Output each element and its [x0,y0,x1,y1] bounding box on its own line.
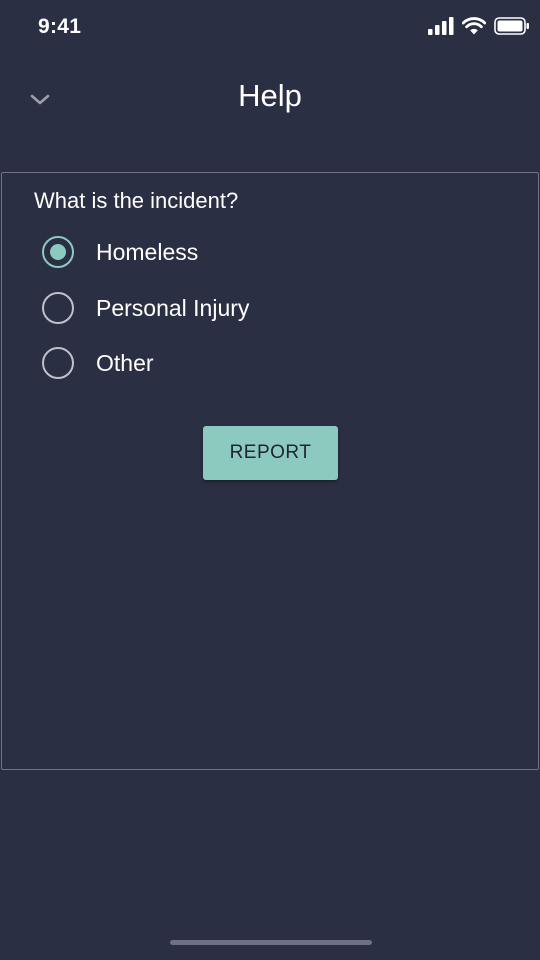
status-time: 9:41 [38,15,82,38]
header: Help [0,58,540,142]
battery-icon [494,17,530,35]
radio-button-selected[interactable] [42,236,74,268]
radio-option-homeless[interactable]: Homeless [42,235,198,269]
radio-option-other[interactable]: Other [42,346,154,380]
question-label: What is the incident? [34,188,239,213]
incident-form-card: What is the incident? Homeless Personal … [1,172,539,770]
page-title: Help [238,78,302,113]
radio-option-label: Homeless [96,238,199,265]
radio-dot [50,244,66,260]
radio-option-personal-injury[interactable]: Personal Injury [42,291,249,325]
radio-button[interactable] [42,292,74,324]
home-indicator[interactable] [170,940,372,945]
status-bar: 9:41 [0,0,540,56]
status-icons [428,15,530,37]
radio-option-label: Personal Injury [96,294,250,321]
radio-button[interactable] [42,347,74,379]
report-button[interactable]: REPORT [203,426,338,480]
help-screen: 9:41 Help What is the incident? Homeless… [0,0,540,960]
wifi-icon [462,17,486,35]
radio-option-label: Other [96,349,154,376]
signal-icon [428,17,454,35]
